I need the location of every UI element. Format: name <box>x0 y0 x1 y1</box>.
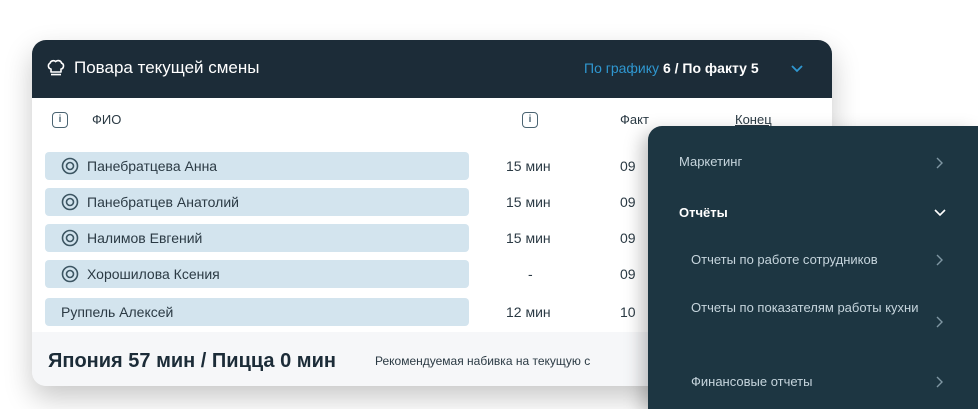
column-end[interactable]: Конец <box>735 112 772 127</box>
cook-fact: 09 <box>620 230 636 246</box>
cook-time: 15 мин <box>506 158 551 174</box>
cook-fact: 10 <box>620 304 636 320</box>
chevron-down-icon[interactable] <box>790 64 804 74</box>
menu-item-marketing[interactable]: Маркетинг <box>648 126 978 200</box>
panel-title: Повара текущей смены <box>74 58 260 77</box>
plan-label[interactable]: По графику <box>584 60 659 76</box>
shift-counts: По графику 6 / По факту 5 <box>584 60 759 76</box>
chevron-right-icon <box>936 157 943 169</box>
target-icon <box>61 157 79 175</box>
panel-header[interactable]: Повара текущей смены По графику 6 / По ф… <box>32 40 832 98</box>
cook-name: Панебратцев Анатолий <box>87 194 239 210</box>
menu-item-label: Отчеты по показателям работы кухни <box>691 300 919 315</box>
chevron-right-icon <box>936 376 943 388</box>
target-icon <box>61 229 79 247</box>
menu-item-finance-reports[interactable]: Финансовые отчеты <box>648 360 978 409</box>
fact-label: По факту <box>682 60 747 76</box>
cook-time: 12 мин <box>506 304 551 320</box>
cook-name: Панебратцева Анна <box>87 158 218 174</box>
cook-fact: 09 <box>620 194 636 210</box>
menu-item-label: Финансовые отчеты <box>691 374 813 389</box>
side-menu: Маркетинг Отчёты Отчеты по работе сотруд… <box>648 126 978 409</box>
info-icon[interactable]: i <box>522 112 538 128</box>
column-fact: Факт <box>620 112 649 127</box>
menu-item-label: Отчеты по работе сотрудников <box>691 252 878 267</box>
target-icon <box>61 265 79 283</box>
table-row[interactable]: Налимов Евгений <box>45 224 469 252</box>
column-name: ФИО <box>92 112 122 127</box>
recommendation-note: Рекомендуемая набивка на текущую с <box>375 354 591 368</box>
table-row[interactable]: Хорошилова Ксения <box>45 260 469 288</box>
chevron-down-icon <box>934 209 946 217</box>
menu-item-reports[interactable]: Отчёты <box>648 200 978 250</box>
plan-count: 6 <box>662 60 671 76</box>
cook-name: Руппель Алексей <box>61 304 174 320</box>
table-row[interactable]: Панебратцева Анна <box>45 152 469 180</box>
cook-name: Хорошилова Ксения <box>87 266 220 282</box>
menu-item-staff-reports[interactable]: Отчеты по работе сотрудников <box>648 250 978 294</box>
cook-fact: 09 <box>620 266 636 282</box>
kitchen-totals: Япония 57 мин / Пицца 0 мин <box>48 350 336 372</box>
menu-item-kitchen-reports[interactable]: Отчеты по показателям работы кухни <box>648 294 978 360</box>
cook-time: 15 мин <box>506 230 551 246</box>
chef-hat-icon <box>47 59 65 76</box>
cook-name: Налимов Евгений <box>87 230 203 246</box>
info-icon[interactable]: i <box>52 112 68 128</box>
target-icon <box>61 193 79 211</box>
cook-time: 15 мин <box>506 194 551 210</box>
chevron-right-icon <box>936 316 943 328</box>
cook-time: - <box>528 266 533 282</box>
table-row[interactable]: Руппель Алексей <box>45 298 469 326</box>
fact-count: 5 <box>750 60 759 76</box>
menu-item-label: Отчёты <box>679 205 728 220</box>
cook-fact: 09 <box>620 158 636 174</box>
table-row[interactable]: Панебратцев Анатолий <box>45 188 469 216</box>
chevron-right-icon <box>936 254 943 266</box>
menu-item-label: Маркетинг <box>679 154 743 169</box>
